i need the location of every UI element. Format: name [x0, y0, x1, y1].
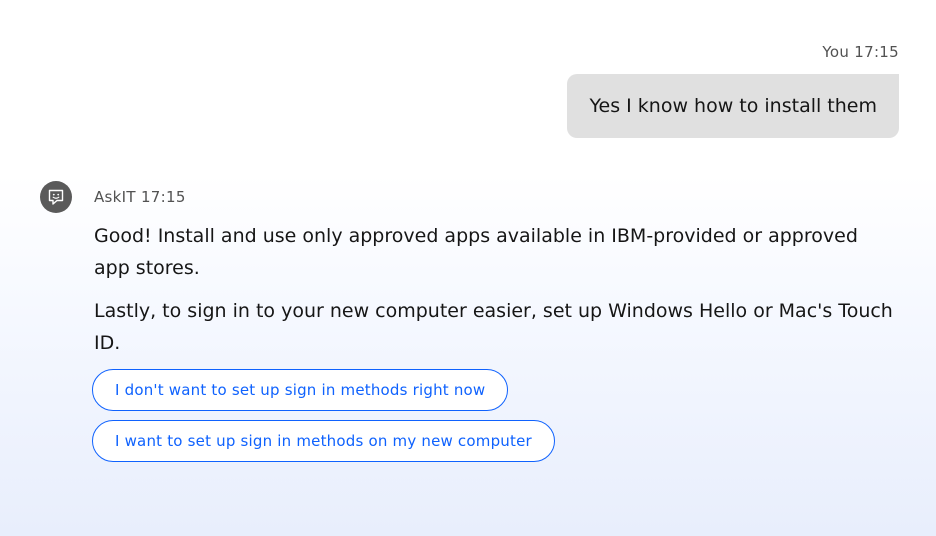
- bot-message-paragraph: Lastly, to sign in to your new computer …: [94, 300, 893, 354]
- user-message-time: 17:15: [854, 43, 899, 61]
- user-sender-name: You: [822, 43, 850, 61]
- user-message-bubble: Yes I know how to install them: [567, 74, 899, 138]
- bot-message-time: 17:15: [140, 188, 186, 206]
- decline-sign-in-setup-button[interactable]: I don't want to set up sign in methods r…: [92, 369, 509, 411]
- bot-message-paragraph: Good! Install and use only approved apps…: [94, 225, 858, 279]
- user-message-text: Yes I know how to install them: [589, 95, 877, 117]
- setup-sign-in-methods-button[interactable]: I want to set up sign in methods on my n…: [92, 420, 555, 462]
- bot-message-meta: AskIT 17:15: [94, 188, 186, 206]
- user-message-meta: You 17:15: [822, 43, 899, 61]
- bot-sender-name: AskIT: [94, 188, 136, 206]
- chat-bot-icon: [48, 189, 64, 205]
- bot-avatar: [40, 181, 72, 213]
